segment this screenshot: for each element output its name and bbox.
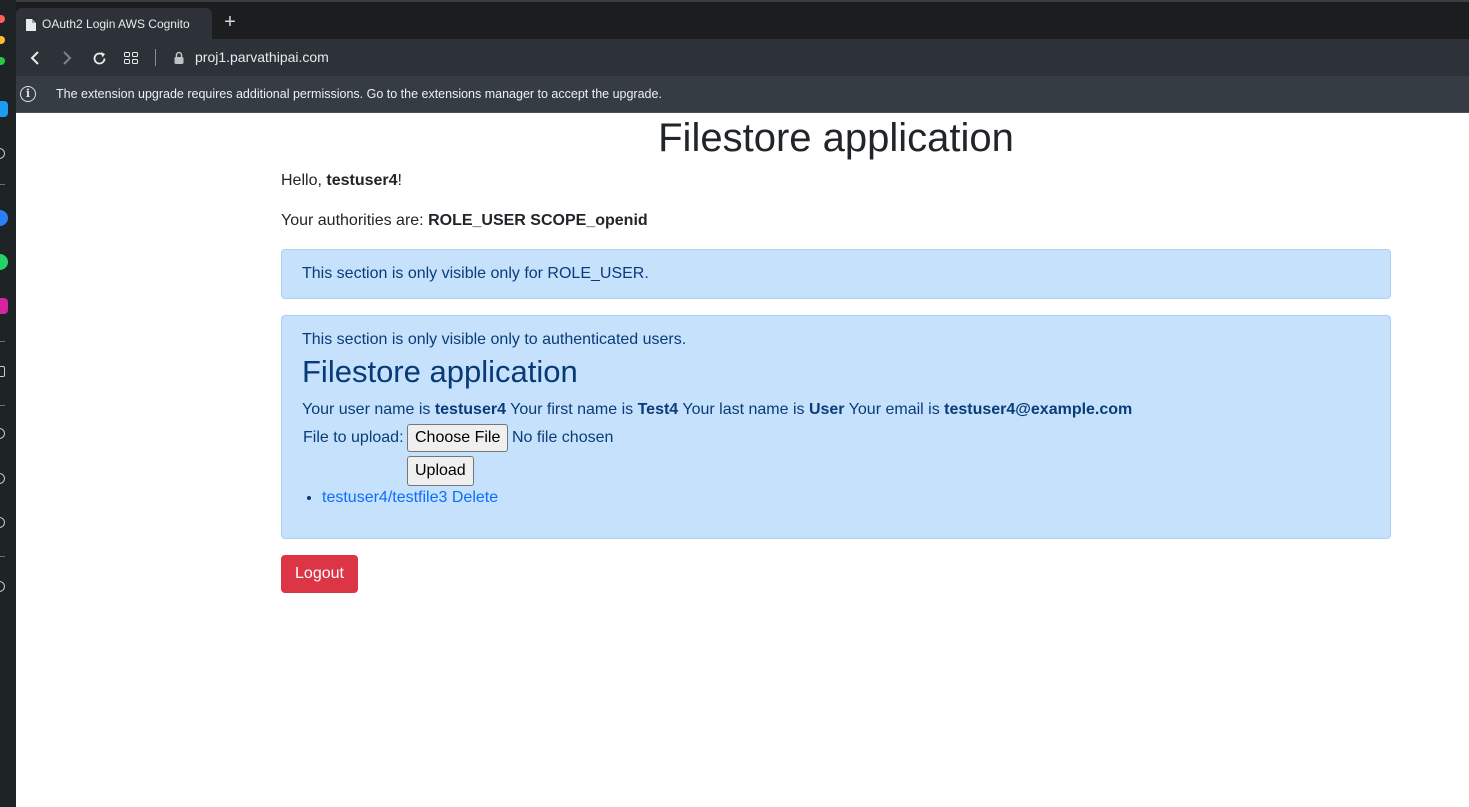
dock-divider — [0, 184, 5, 185]
browser-toolbar: proj1.parvathipai.com — [16, 39, 1469, 76]
authorities-line: Your authorities are: ROLE_USER SCOPE_op… — [281, 212, 648, 230]
logout-button[interactable]: Logout — [281, 555, 358, 593]
dock-divider — [0, 405, 5, 406]
extension-infobar: i The extension upgrade requires additio… — [16, 76, 1469, 113]
zoom-window-dot[interactable] — [0, 57, 5, 65]
dock-app-icon[interactable] — [0, 101, 8, 117]
delete-link[interactable]: Delete — [452, 489, 498, 506]
chevron-right-icon — [63, 51, 72, 65]
authorities-label: Your authorities are: — [281, 212, 429, 229]
email-label: Your email is — [844, 401, 945, 418]
page-title: Filestore application — [658, 116, 1014, 160]
dock-divider — [0, 341, 5, 342]
document-icon — [26, 18, 36, 31]
lock-icon[interactable] — [174, 51, 184, 64]
last-name-value: User — [808, 401, 845, 418]
dock-app-icon[interactable] — [0, 428, 5, 439]
page-content: Filestore application Hello, testuser4! … — [16, 113, 1469, 807]
authorities-value: ROLE_USER SCOPE_openid — [428, 212, 648, 229]
new-tab-button[interactable]: + — [220, 12, 240, 32]
dock-divider — [0, 556, 5, 557]
role-user-section: This section is only visible only for RO… — [281, 249, 1391, 299]
reload-icon — [93, 51, 105, 64]
back-button[interactable] — [24, 47, 46, 69]
close-window-dot[interactable] — [0, 15, 5, 23]
file-list: testuser4/testfile3 Delete — [322, 489, 498, 507]
dock-app-icon[interactable] — [0, 473, 5, 484]
greeting: Hello, testuser4! — [281, 172, 402, 190]
instagram-icon[interactable] — [0, 298, 8, 314]
first-name-label: Your first name is — [505, 401, 638, 418]
last-name-label: Your last name is — [678, 401, 809, 418]
auth-section-text: This section is only visible only to aut… — [302, 331, 687, 348]
tab-grid-button[interactable] — [120, 47, 142, 69]
address-bar[interactable]: proj1.parvathipai.com — [195, 49, 329, 65]
no-file-text: No file chosen — [512, 429, 614, 446]
toolbar-separator — [155, 49, 156, 66]
forward-button[interactable] — [56, 47, 78, 69]
info-icon: i — [20, 86, 36, 102]
greeting-prefix: Hello, — [281, 172, 327, 189]
whatsapp-icon[interactable] — [0, 254, 8, 270]
choose-file-button[interactable]: Choose File — [407, 424, 509, 452]
dock-app-icon[interactable] — [0, 581, 5, 592]
first-name-value: Test4 — [637, 401, 679, 418]
dock-strip — [0, 0, 16, 807]
upload-button[interactable]: Upload — [407, 456, 474, 486]
grid-icon — [124, 52, 138, 64]
section-heading: Filestore application — [302, 354, 578, 389]
tab-title: OAuth2 Login AWS Cognito — [42, 16, 190, 31]
messenger-icon[interactable] — [0, 210, 8, 226]
user-name-value: testuser4 — [434, 401, 506, 418]
reload-button[interactable] — [88, 47, 110, 69]
chevron-left-icon — [30, 51, 39, 65]
minimize-window-dot[interactable] — [0, 36, 5, 44]
email-value: testuser4@example.com — [944, 401, 1133, 418]
dock-app-icon[interactable] — [0, 366, 5, 377]
file-link[interactable]: testuser4/testfile3 — [322, 489, 447, 506]
role-section-text: This section is only visible only for RO… — [302, 265, 649, 282]
authenticated-section: This section is only visible only to aut… — [281, 315, 1391, 539]
tab-bar: OAuth2 Login AWS Cognito + — [16, 0, 1469, 39]
browser-tab[interactable]: OAuth2 Login AWS Cognito — [16, 8, 212, 39]
user-name-label: Your user name is — [302, 401, 435, 418]
infobar-message: The extension upgrade requires additiona… — [56, 87, 662, 101]
dock-app-icon[interactable] — [0, 148, 5, 159]
user-details: Your user name is testuser4 Your first n… — [302, 401, 1132, 419]
list-item: testuser4/testfile3 Delete — [322, 489, 498, 507]
settings-icon[interactable] — [0, 517, 5, 528]
upload-label: File to upload: — [303, 429, 404, 446]
greeting-username: testuser4 — [326, 172, 398, 189]
greeting-suffix: ! — [397, 172, 402, 189]
